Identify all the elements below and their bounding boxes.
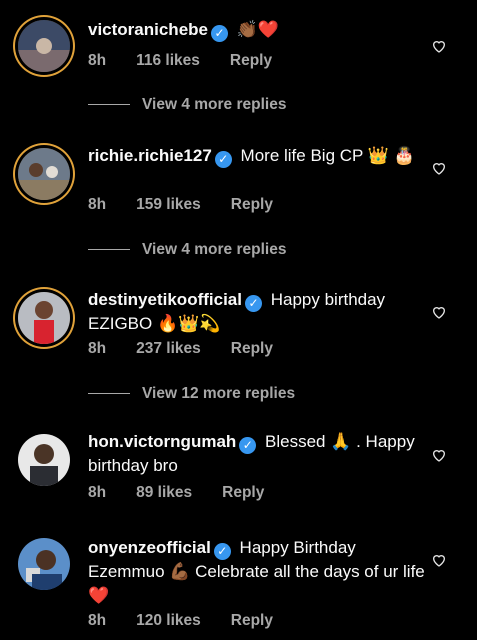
reply-button[interactable]: Reply [231, 340, 273, 357]
view-more-replies[interactable]: View 4 more replies [88, 241, 286, 259]
reply-button[interactable]: Reply [231, 612, 273, 629]
heart-icon[interactable] [431, 552, 447, 568]
view-more-replies[interactable]: View 4 more replies [88, 96, 286, 114]
avatar[interactable] [18, 20, 70, 72]
verified-badge-icon: ✓ [244, 295, 262, 312]
comment-time: 8h [88, 52, 107, 69]
heart-icon[interactable] [431, 304, 447, 320]
reply-button[interactable]: Reply [231, 196, 273, 213]
avatar[interactable] [18, 538, 70, 590]
comment-time: 8h [88, 196, 107, 213]
comment-time: 8h [88, 340, 107, 357]
comment-username[interactable]: destinyetikoofficial [88, 290, 242, 309]
comment-likes[interactable]: 89 likes [136, 484, 192, 501]
divider-line [88, 104, 130, 106]
comment-text: More life Big CP 👑 🎂 [240, 146, 415, 165]
reply-button[interactable]: Reply [222, 484, 264, 501]
avatar[interactable] [18, 148, 70, 200]
comment-likes[interactable]: 159 likes [136, 196, 201, 213]
divider-line [88, 249, 130, 251]
comment-likes[interactable]: 120 likes [136, 612, 201, 629]
comment-likes[interactable]: 237 likes [136, 340, 201, 357]
avatar[interactable] [18, 434, 70, 486]
view-more-replies[interactable]: View 12 more replies [88, 385, 295, 403]
comment-time: 8h [88, 484, 107, 501]
verified-badge-icon: ✓ [213, 543, 231, 560]
comment-username[interactable]: onyenzeofficial [88, 538, 211, 557]
comment-likes[interactable]: 116 likes [136, 52, 200, 69]
comment-text: 👏🏾❤️ [236, 20, 280, 39]
heart-icon[interactable] [431, 160, 447, 176]
divider-line [88, 393, 130, 395]
verified-badge-icon: ✓ [239, 437, 257, 454]
comment-username[interactable]: richie.richie127 [88, 146, 212, 165]
heart-icon[interactable] [431, 38, 447, 54]
heart-icon[interactable] [431, 447, 447, 463]
avatar[interactable] [18, 292, 70, 344]
comment-username[interactable]: hon.victorngumah [88, 432, 236, 451]
comment-time: 8h [88, 612, 107, 629]
verified-badge-icon: ✓ [214, 151, 232, 168]
reply-button[interactable]: Reply [230, 52, 272, 69]
verified-badge-icon: ✓ [211, 25, 228, 42]
comment-username[interactable]: victoranichebe [88, 20, 208, 39]
